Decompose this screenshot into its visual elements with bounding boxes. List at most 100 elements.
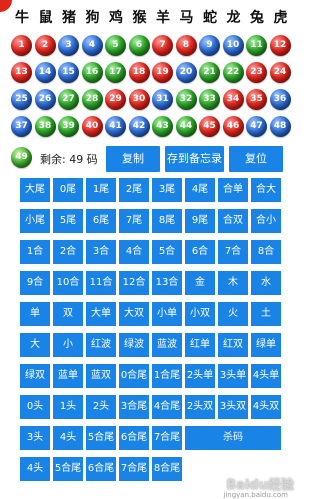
number-ball[interactable]: 49 [11,147,32,168]
filter-button[interactable]: 6合尾 [119,426,149,450]
filter-button[interactable]: 4头 [53,426,83,450]
filter-button[interactable]: 绿波 [119,333,149,357]
filter-button[interactable]: 3合尾 [119,395,149,419]
number-ball[interactable]: 38 [34,116,56,137]
number-ball[interactable]: 26 [34,89,56,110]
filter-button[interactable]: 小双 [185,302,215,326]
filter-button[interactable]: 8合 [251,240,281,264]
save-to-memo-button[interactable]: 存到备忘录 [165,146,224,172]
filter-button[interactable]: 绿双 [20,364,50,388]
number-ball[interactable]: 32 [175,89,197,110]
filter-button[interactable]: 蓝波 [152,333,182,357]
filter-button[interactable]: 7合尾 [152,426,182,450]
filter-button[interactable]: 小 [53,333,83,357]
number-ball[interactable]: 20 [175,62,197,83]
copy-button[interactable]: 复制 [106,146,160,172]
filter-button[interactable]: 1合 [20,240,50,264]
filter-button[interactable]: 红双 [218,333,248,357]
filter-button[interactable]: 大双 [119,302,149,326]
number-ball[interactable]: 34 [222,89,244,110]
filter-button[interactable]: 3合 [86,240,116,264]
number-ball[interactable]: 43 [152,116,173,137]
filter-button[interactable]: 4头 [20,457,50,481]
filter-button[interactable]: 13合 [152,271,182,295]
filter-button[interactable]: 3尾 [152,178,182,202]
filter-button[interactable]: 单 [20,302,50,326]
filter-button[interactable]: 蓝单 [53,364,83,388]
filter-button[interactable]: 7合 [218,240,248,264]
filter-button[interactable]: 1合尾 [152,364,182,388]
filter-button[interactable]: 11合 [86,271,116,295]
number-ball[interactable]: 13 [11,62,32,83]
number-ball[interactable]: 17 [105,62,126,83]
filter-button[interactable]: 大单 [86,302,116,326]
filter-button[interactable]: 8合尾 [152,457,182,481]
number-ball[interactable]: 7 [152,35,173,56]
filter-button[interactable]: 3头双 [218,395,248,419]
filter-button[interactable]: 木 [218,271,248,295]
number-ball[interactable]: 2 [34,35,56,56]
filter-button[interactable]: 红单 [185,333,215,357]
filter-button[interactable]: 6尾 [86,209,116,233]
filter-button[interactable]: 7合尾 [119,457,149,481]
number-ball[interactable]: 29 [105,89,126,110]
number-ball[interactable]: 8 [175,35,197,56]
filter-button[interactable]: 2头双 [185,395,215,419]
filter-button[interactable]: 蓝双 [86,364,116,388]
filter-button[interactable]: 合大 [251,178,281,202]
filter-button[interactable]: 2合 [53,240,83,264]
filter-button[interactable]: 0头 [20,395,50,419]
number-ball[interactable]: 18 [128,62,150,83]
number-ball[interactable]: 5 [105,35,126,56]
number-ball[interactable]: 30 [128,89,150,110]
number-ball[interactable]: 25 [11,89,32,110]
filter-button[interactable]: 5合尾 [53,457,83,481]
number-ball[interactable]: 11 [246,35,267,56]
number-ball[interactable]: 48 [269,116,291,137]
filter-button[interactable]: 6合尾 [86,457,116,481]
filter-button[interactable]: 绿单 [251,333,281,357]
number-ball[interactable]: 28 [81,89,103,110]
filter-button[interactable]: 2头单 [185,364,215,388]
filter-button[interactable]: 双 [53,302,83,326]
number-ball[interactable]: 6 [128,35,150,56]
filter-button[interactable]: 合单 [218,178,248,202]
filter-button[interactable]: 5合尾 [86,426,116,450]
number-ball[interactable]: 14 [34,62,56,83]
reset-button[interactable]: 复位 [229,146,283,172]
number-ball[interactable]: 36 [269,89,291,110]
number-ball[interactable]: 21 [199,62,220,83]
filter-button[interactable]: 0尾 [53,178,83,202]
number-ball[interactable]: 19 [152,62,173,83]
filter-button[interactable]: 4头单 [251,364,281,388]
filter-button[interactable]: 6合 [185,240,215,264]
filter-button[interactable]: 1头 [53,395,83,419]
filter-button[interactable]: 4尾 [185,178,215,202]
kill-number-button[interactable]: 杀码 [185,426,281,450]
filter-button[interactable]: 0合尾 [119,364,149,388]
filter-button[interactable]: 金 [185,271,215,295]
number-ball[interactable]: 10 [222,35,244,56]
number-ball[interactable]: 37 [11,116,32,137]
filter-button[interactable]: 1尾 [86,178,116,202]
number-ball[interactable]: 41 [105,116,126,137]
number-ball[interactable]: 42 [128,116,150,137]
number-ball[interactable]: 46 [222,116,244,137]
filter-button[interactable]: 3头 [20,426,50,450]
filter-button[interactable]: 合双 [218,209,248,233]
filter-button[interactable]: 4头双 [251,395,281,419]
number-ball[interactable]: 44 [175,116,197,137]
filter-button[interactable]: 土 [251,302,281,326]
number-ball[interactable]: 24 [269,62,291,83]
filter-button[interactable]: 9合 [20,271,50,295]
number-ball[interactable]: 39 [58,116,79,137]
filter-button[interactable]: 大尾 [20,178,50,202]
number-ball[interactable]: 45 [199,116,220,137]
filter-button[interactable]: 小尾 [20,209,50,233]
filter-button[interactable]: 4合 [119,240,149,264]
number-ball[interactable]: 27 [58,89,79,110]
filter-button[interactable]: 水 [251,271,281,295]
filter-button[interactable]: 2尾 [119,178,149,202]
filter-button[interactable]: 3头单 [218,364,248,388]
number-ball[interactable]: 3 [58,35,79,56]
